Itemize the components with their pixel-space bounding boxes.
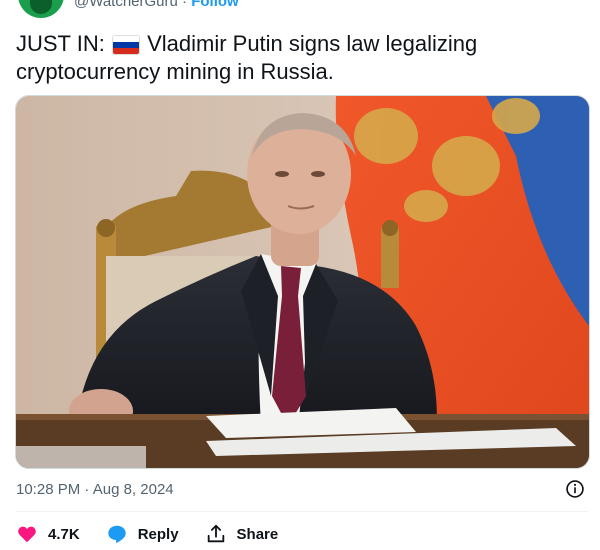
action-bar: 4.7K Reply Share	[16, 522, 304, 546]
photo-illustration	[16, 96, 589, 468]
author-handle[interactable]: @WatcherGuru	[74, 0, 178, 10]
reply-label: Reply	[137, 525, 179, 543]
info-icon[interactable]	[565, 479, 585, 499]
reply-button[interactable]: Reply	[106, 523, 179, 545]
like-count: 4.7K	[48, 525, 80, 543]
tweet-timestamp[interactable]: 10:28 PM · Aug 8, 2024	[16, 481, 174, 498]
reply-icon	[107, 525, 126, 544]
share-button[interactable]: Share	[205, 523, 279, 545]
author-handle-row: @WatcherGuru · Follow	[74, 0, 239, 10]
timestamp-separator: ·	[84, 481, 90, 498]
heart-icon	[18, 526, 36, 543]
divider	[16, 511, 588, 512]
tweet-header: @WatcherGuru · Follow	[0, 0, 600, 22]
tweet-date: Aug 8, 2024	[92, 481, 174, 498]
share-icon	[207, 524, 224, 543]
handle-separator: ·	[182, 0, 188, 10]
tweet-text: JUST IN: Vladimir Putin signs law legali…	[16, 30, 576, 86]
tweet-photo[interactable]	[15, 95, 590, 469]
follow-button[interactable]: Follow	[191, 0, 239, 10]
like-button[interactable]: 4.7K	[16, 523, 80, 545]
avatar-logo	[30, 0, 52, 14]
avatar[interactable]	[18, 0, 64, 18]
tweet-time: 10:28 PM	[16, 481, 81, 498]
tweet-prefix: JUST IN:	[16, 31, 105, 56]
russia-flag-icon	[112, 36, 139, 54]
share-label: Share	[236, 525, 279, 543]
